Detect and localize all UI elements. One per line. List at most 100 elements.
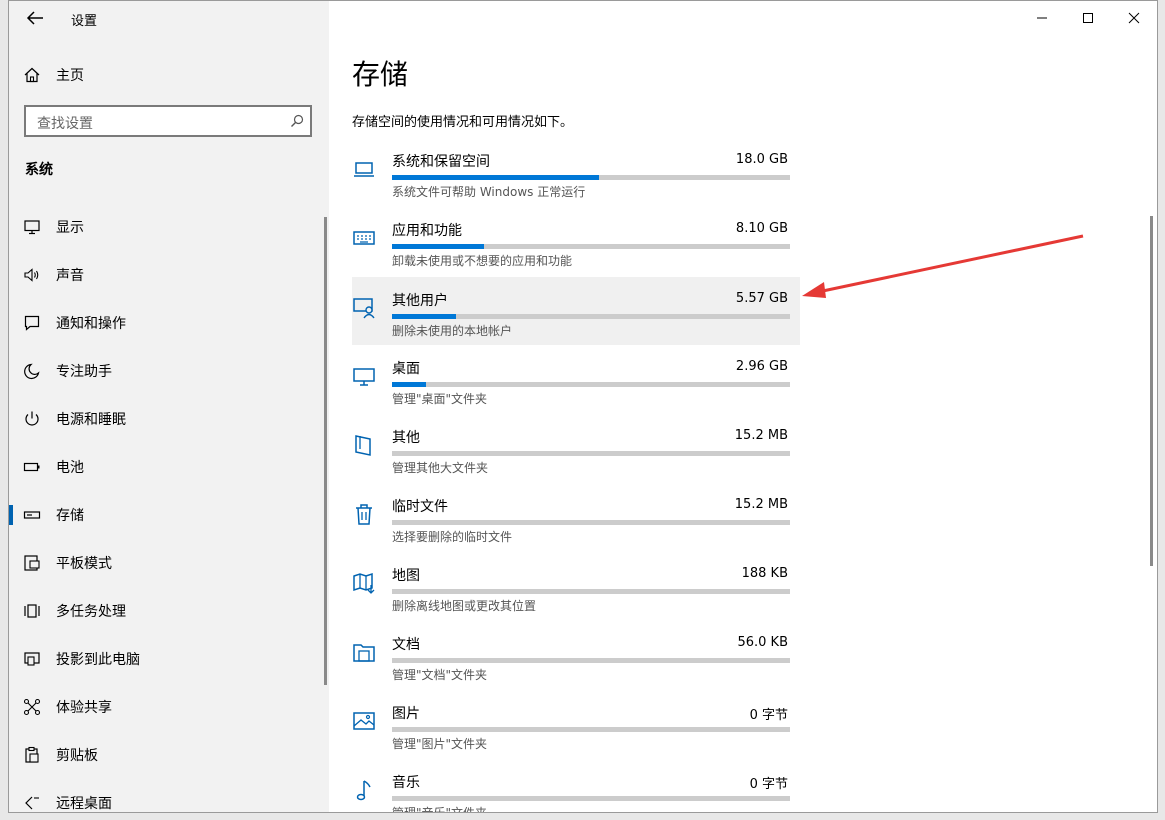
category-size: 18.0 GB	[735, 152, 788, 167]
sidebar-item-project[interactable]: 投影到此电脑	[9, 639, 327, 679]
usage-bar	[392, 520, 790, 525]
category-description: 管理其他大文件夹	[392, 461, 489, 475]
project-icon	[24, 652, 40, 666]
maximize-button[interactable]	[1065, 1, 1111, 35]
category-name: 应用和功能	[392, 223, 462, 239]
monitor-icon	[24, 220, 40, 235]
storage-drive-icon	[23, 511, 41, 519]
category-description: 卸载未使用或不想要的应用和功能	[392, 254, 573, 268]
search-placeholder: 查找设置	[37, 116, 93, 132]
storage-category-other[interactable]: 其他 15.2 MB 管理其他大文件夹	[352, 421, 800, 489]
usage-bar	[392, 382, 790, 387]
speaker-icon	[24, 268, 39, 282]
storage-category-apps[interactable]: 应用和功能 8.10 GB 卸载未使用或不想要的应用和功能	[352, 214, 800, 282]
section-title: 系统	[25, 162, 53, 178]
sidebar-item-clipboard[interactable]: 剪贴板	[9, 735, 327, 775]
category-name: 图片	[392, 706, 420, 722]
category-size: 2.96 GB	[735, 359, 788, 374]
sidebar-item-remote-desktop[interactable]: 远程桌面	[9, 783, 327, 812]
folder-icon	[353, 644, 375, 662]
app-title: 设置	[71, 14, 98, 29]
category-size: 0 字节	[749, 777, 788, 792]
storage-category-other-users[interactable]: 其他用户 5.57 GB 删除未使用的本地帐户	[352, 277, 800, 345]
maximize-icon	[1083, 13, 1093, 23]
usage-bar	[392, 175, 790, 180]
tablet-icon	[24, 555, 40, 571]
usage-bar	[392, 314, 790, 319]
usage-bar	[392, 658, 790, 663]
sidebar-item-label: 电池	[56, 460, 84, 476]
usage-bar-fill	[392, 175, 599, 180]
storage-category-documents[interactable]: 文档 56.0 KB 管理"文档"文件夹	[352, 628, 800, 696]
search-input[interactable]: 查找设置	[24, 105, 312, 137]
sidebar-item-battery[interactable]: 电池	[9, 447, 327, 487]
usage-bar-fill	[392, 244, 484, 249]
category-description: 管理"文档"文件夹	[392, 668, 488, 682]
remote-desktop-icon	[25, 796, 39, 810]
category-size: 5.57 GB	[735, 291, 788, 306]
category-description: 系统文件可帮助 Windows 正常运行	[392, 185, 586, 199]
home-icon	[24, 67, 40, 83]
share-icon	[23, 698, 41, 716]
usage-bar	[392, 244, 790, 249]
sidebar-item-label: 声音	[56, 268, 84, 284]
sidebar-item-shared-experiences[interactable]: 体验共享	[9, 687, 327, 727]
sidebar-scrollbar[interactable]	[324, 217, 327, 685]
minimize-button[interactable]	[1019, 1, 1065, 35]
sidebar-item-display[interactable]: 显示	[9, 207, 327, 247]
category-description: 删除离线地图或更改其位置	[392, 599, 537, 613]
close-icon	[1128, 12, 1140, 24]
category-name: 其他	[392, 430, 420, 446]
storage-category-system[interactable]: 系统和保留空间 18.0 GB 系统文件可帮助 Windows 正常运行	[352, 145, 800, 213]
category-name: 桌面	[392, 361, 420, 377]
minimize-icon	[1037, 17, 1047, 19]
category-size: 8.10 GB	[735, 221, 788, 236]
sidebar-item-sound[interactable]: 声音	[9, 255, 327, 295]
sidebar-item-label: 存储	[56, 508, 84, 524]
map-icon	[353, 572, 375, 594]
laptop-icon	[354, 162, 374, 177]
sidebar-item-power[interactable]: 电源和睡眠	[9, 399, 327, 439]
category-description: 选择要删除的临时文件	[392, 530, 513, 544]
sidebar: 设置 主页 查找设置 系统 显示 声音 通知和操作 专注助手 电源和睡眠 电池 …	[9, 1, 329, 812]
category-size: 188 KB	[741, 566, 788, 581]
category-size: 56.0 KB	[737, 635, 788, 650]
sidebar-item-label: 电源和睡眠	[56, 412, 126, 428]
storage-category-desktop[interactable]: 桌面 2.96 GB 管理"桌面"文件夹	[352, 352, 800, 420]
storage-category-pictures[interactable]: 图片 0 字节 管理"图片"文件夹	[352, 697, 800, 765]
sidebar-item-tablet-mode[interactable]: 平板模式	[9, 543, 327, 583]
document-icon	[355, 435, 371, 456]
page-description: 存储空间的使用情况和可用情况如下。	[352, 115, 574, 130]
main-scrollbar[interactable]	[1150, 216, 1153, 566]
settings-window: 设置 主页 查找设置 系统 显示 声音 通知和操作 专注助手 电源和睡眠 电池 …	[8, 0, 1158, 813]
sidebar-item-multitasking[interactable]: 多任务处理	[9, 591, 327, 631]
storage-category-maps[interactable]: 地图 188 KB 删除离线地图或更改其位置	[352, 559, 800, 627]
usage-bar	[392, 796, 790, 801]
user-account-icon	[353, 298, 375, 319]
battery-icon	[23, 462, 40, 472]
sidebar-item-notifications[interactable]: 通知和操作	[9, 303, 327, 343]
storage-category-temp-files[interactable]: 临时文件 15.2 MB 选择要删除的临时文件	[352, 490, 800, 558]
keyboard-icon	[353, 231, 375, 245]
sidebar-item-home[interactable]: 主页	[9, 55, 327, 95]
category-name: 地图	[392, 568, 420, 584]
category-description: 管理"图片"文件夹	[392, 737, 488, 751]
usage-bar	[392, 451, 790, 456]
desktop-icon	[353, 368, 375, 386]
close-button[interactable]	[1111, 1, 1157, 35]
category-name: 系统和保留空间	[392, 154, 490, 170]
back-button[interactable]	[23, 7, 47, 29]
category-size: 15.2 MB	[734, 428, 788, 443]
storage-category-music[interactable]: 音乐 0 字节 管理"音乐"文件夹	[352, 766, 800, 812]
notification-icon	[24, 315, 40, 331]
sidebar-item-label: 远程桌面	[56, 796, 112, 812]
sidebar-item-label: 专注助手	[56, 364, 112, 380]
selection-indicator	[9, 505, 13, 525]
category-description: 管理"桌面"文件夹	[392, 392, 488, 406]
page-title: 存储	[352, 58, 409, 91]
moon-icon	[24, 363, 40, 380]
power-icon	[25, 411, 39, 426]
search-icon	[291, 114, 304, 127]
sidebar-item-storage[interactable]: 存储	[9, 495, 327, 535]
sidebar-item-focus-assist[interactable]: 专注助手	[9, 351, 327, 391]
